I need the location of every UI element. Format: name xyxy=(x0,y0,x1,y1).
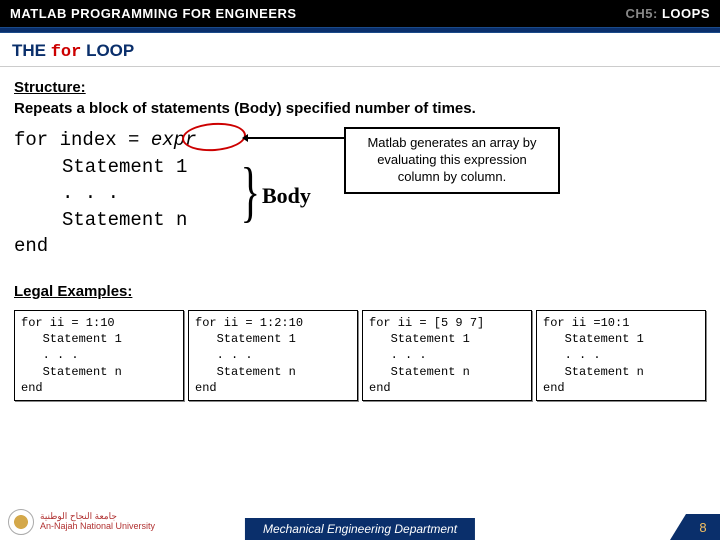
legal-examples-heading: Legal Examples: xyxy=(14,283,706,300)
university-logo-icon xyxy=(8,509,34,535)
code-line-4: Statement n xyxy=(14,207,196,234)
example-box: for ii = [5 9 7] Statement 1 . . . State… xyxy=(362,310,532,401)
callout-line-1: Matlab generates an array by xyxy=(354,135,550,152)
code-line-1a: for index = xyxy=(14,129,151,151)
footer-left: جامعة النجاح الوطنية An-Najah National U… xyxy=(0,509,155,535)
university-english: An-Najah National University xyxy=(40,522,155,532)
code-lines: for index = expr Statement 1 . . . State… xyxy=(14,127,196,260)
example-box: for ii =10:1 Statement 1 . . . Statement… xyxy=(536,310,706,401)
code-line-5: end xyxy=(14,235,48,257)
title-the: THE xyxy=(12,41,51,60)
chapter-text: LOOPS xyxy=(662,6,710,21)
code-line-2: Statement 1 xyxy=(14,154,196,181)
page-number: 8 xyxy=(686,514,720,540)
structure-heading: Structure: xyxy=(14,79,706,96)
brace-icon: } xyxy=(241,157,261,225)
department-label: Mechanical Engineering Department xyxy=(245,518,475,540)
structure-description: Repeats a block of statements (Body) spe… xyxy=(14,100,706,117)
slide-title: THE for LOOP xyxy=(0,33,720,67)
example-box: for ii = 1:2:10 Statement 1 . . . Statem… xyxy=(188,310,358,401)
chapter-prefix: CH5: xyxy=(626,6,658,21)
arrow-annotation xyxy=(244,137,344,139)
body-label: Body xyxy=(262,183,311,209)
examples-row: for ii = 1:10 Statement 1 . . . Statemen… xyxy=(14,310,706,401)
header-bar: MATLAB PROGRAMMING FOR ENGINEERS CH5: LO… xyxy=(0,0,720,27)
callout-line-2: evaluating this expression xyxy=(354,152,550,169)
chapter-label: CH5: LOOPS xyxy=(626,6,710,21)
content-area: Structure: Repeats a block of statements… xyxy=(0,67,720,401)
code-line-3: . . . xyxy=(14,180,196,207)
example-box: for ii = 1:10 Statement 1 . . . Statemen… xyxy=(14,310,184,401)
code-diagram: for index = expr Statement 1 . . . State… xyxy=(14,127,706,277)
title-loop: LOOP xyxy=(81,41,134,60)
callout-line-3: column by column. xyxy=(354,169,550,186)
footer: جامعة النجاح الوطنية An-Najah National U… xyxy=(0,504,720,540)
university-name: جامعة النجاح الوطنية An-Najah National U… xyxy=(40,512,155,532)
title-for: for xyxy=(51,43,82,62)
course-title: MATLAB PROGRAMMING FOR ENGINEERS xyxy=(10,6,297,21)
callout-box: Matlab generates an array by evaluating … xyxy=(344,127,560,194)
